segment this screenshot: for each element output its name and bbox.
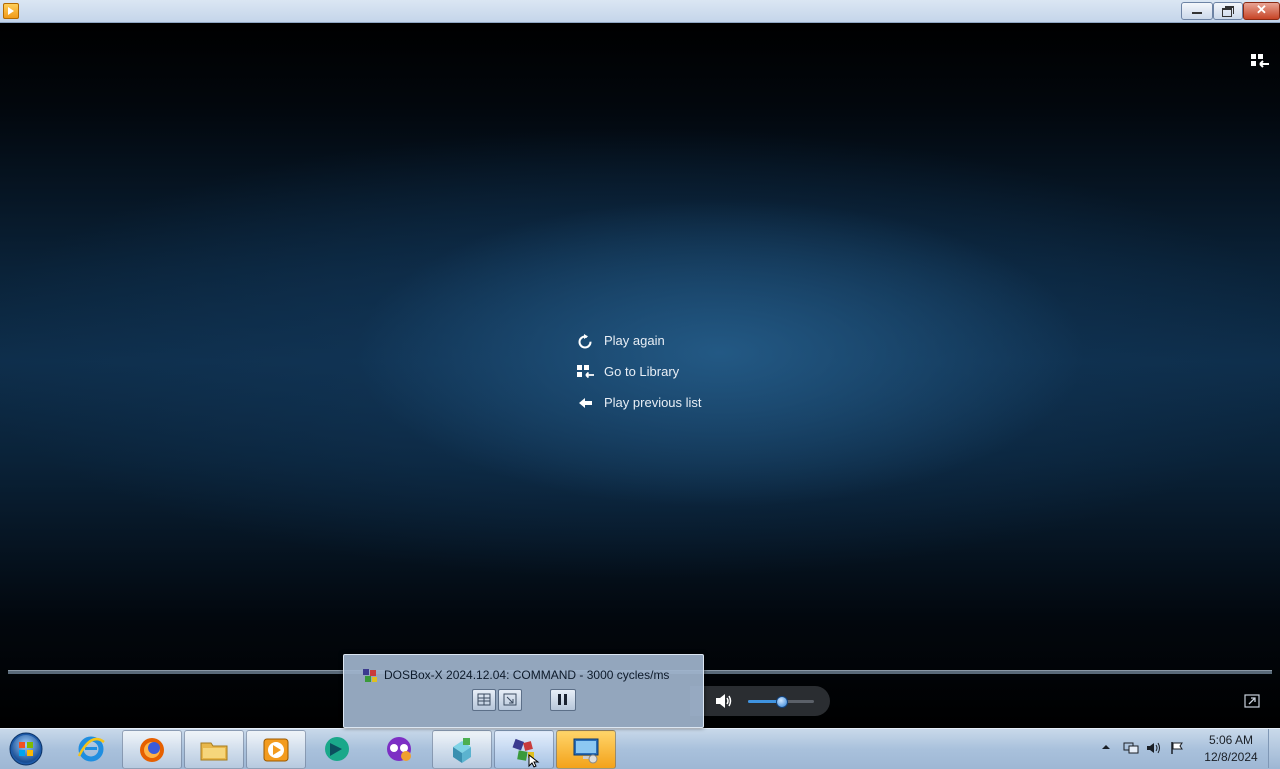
thumbnail-title: DOSBox-X 2024.12.04: COMMAND - 3000 cycl…: [384, 668, 670, 682]
volume-slider[interactable]: [748, 696, 814, 708]
package-icon: [453, 738, 471, 763]
start-button[interactable]: [4, 731, 48, 767]
show-hidden-icons-icon[interactable]: [1101, 742, 1111, 752]
play-previous-list-label: Play previous list: [604, 395, 702, 410]
taskbar-remote-desktop[interactable]: [556, 730, 616, 769]
taskbar-package-app[interactable]: [432, 730, 492, 769]
volume-slider-thumb[interactable]: [776, 696, 788, 708]
thumbnail-pause-button[interactable]: [550, 689, 576, 711]
minimize-button[interactable]: [1181, 2, 1213, 20]
dosbox-icon: [363, 669, 377, 682]
close-button[interactable]: ✕: [1243, 2, 1280, 20]
taskbar-thumbnail-preview[interactable]: DOSBox-X 2024.12.04: COMMAND - 3000 cycl…: [343, 654, 704, 728]
taskbar-firefox[interactable]: [122, 730, 182, 769]
pause-icon: [558, 694, 567, 705]
restore-button[interactable]: [1213, 2, 1243, 20]
file-explorer-icon: [200, 742, 228, 761]
taskbar-internet-explorer[interactable]: [62, 730, 120, 767]
go-to-library-label: Go to Library: [604, 364, 680, 379]
switch-to-library-icon[interactable]: [1250, 53, 1270, 69]
switch-to-now-playing-icon[interactable]: [1244, 694, 1260, 708]
library-icon: [577, 365, 594, 379]
action-center-flag-icon[interactable]: [1170, 741, 1186, 755]
back-arrow-icon: [579, 398, 592, 408]
library-icon: [477, 693, 491, 706]
mouse-cursor-icon: [528, 754, 540, 768]
remote-desktop-icon: [573, 738, 599, 764]
tor-browser-icon: [387, 737, 411, 761]
taskbar-media-player[interactable]: [246, 730, 306, 769]
taskbar-dosbox[interactable]: [494, 730, 554, 769]
taskbar-tor-browser[interactable]: [370, 730, 428, 767]
volume-icon[interactable]: [1146, 741, 1162, 755]
show-desktop-button[interactable]: [1268, 729, 1280, 768]
clock-date[interactable]: 12/8/2024: [1196, 750, 1266, 764]
thumbnail-library-button[interactable]: [472, 689, 496, 711]
media-player-icon: [3, 3, 19, 19]
network-icon[interactable]: [1123, 741, 1139, 755]
clock-time[interactable]: 5:06 AM: [1196, 733, 1266, 747]
volume-icon[interactable]: [715, 693, 733, 709]
internet-explorer-icon: [77, 736, 105, 762]
taskbar-bing[interactable]: [308, 730, 366, 767]
taskbar: [0, 728, 1280, 769]
thumbnail-switch-view-button[interactable]: [498, 689, 522, 711]
bing-icon: [325, 737, 349, 761]
title-bar: ✕: [0, 0, 1280, 23]
firefox-icon: [140, 738, 164, 762]
media-player-icon: [263, 738, 289, 762]
switch-view-icon: [503, 693, 517, 706]
taskbar-file-explorer[interactable]: [184, 730, 244, 769]
replay-icon: [578, 334, 592, 349]
close-icon: ✕: [1256, 2, 1267, 17]
play-again-label: Play again: [604, 333, 665, 348]
